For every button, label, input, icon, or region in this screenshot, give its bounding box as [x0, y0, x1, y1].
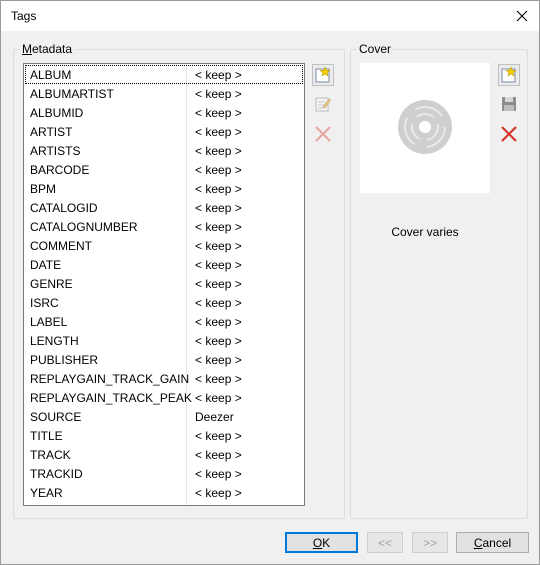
- tag-value: < keep >: [195, 296, 242, 310]
- tag-name: PUBLISHER: [30, 353, 99, 367]
- cd-placeholder-icon: [398, 100, 452, 154]
- tag-row[interactable]: COMMENT < keep >: [25, 236, 303, 255]
- tag-name: SOURCE: [30, 410, 82, 424]
- tag-value: < keep >: [195, 429, 242, 443]
- tag-name: TRACK: [30, 448, 71, 462]
- tag-value: < keep >: [195, 448, 242, 462]
- tag-value: < keep >: [195, 353, 242, 367]
- tag-row[interactable]: PUBLISHER < keep >: [25, 350, 303, 369]
- tag-row[interactable]: YEAR < keep >: [25, 483, 303, 502]
- tag-row[interactable]: GENRE < keep >: [25, 274, 303, 293]
- tag-value: < keep >: [195, 106, 242, 120]
- tag-row[interactable]: TRACK < keep >: [25, 445, 303, 464]
- tag-value: < keep >: [195, 258, 242, 272]
- tag-value: < keep >: [195, 125, 242, 139]
- tag-name: DATE: [30, 258, 62, 272]
- tag-row[interactable]: REPLAYGAIN_TRACK_GAIN < keep >: [25, 369, 303, 388]
- tag-name: REPLAYGAIN_TRACK_PEAK: [30, 391, 192, 405]
- tag-name: CATALOGNUMBER: [30, 220, 138, 234]
- tag-value: < keep >: [195, 144, 242, 158]
- tag-name: ALBUM: [30, 68, 72, 82]
- tag-row[interactable]: ALBUM < keep >: [25, 65, 303, 84]
- tags-dialog: Tags Metadata ALBUM < keep > ALBUMARTIST < …: [0, 0, 540, 565]
- ok-button[interactable]: OK: [285, 532, 358, 553]
- save-cover-icon: [502, 97, 516, 111]
- tag-row[interactable]: REPLAYGAIN_TRACK_PEAK < keep >: [25, 388, 303, 407]
- metadata-list[interactable]: ALBUM < keep > ALBUMARTIST < keep > ALBUMID <…: [23, 63, 305, 506]
- close-button[interactable]: [505, 1, 539, 31]
- window-title: Tags: [11, 9, 37, 23]
- tag-name: CATALOGID: [30, 201, 98, 215]
- cover-image: [360, 63, 490, 193]
- save-cover-button[interactable]: [498, 93, 520, 115]
- tag-name: ARTISTS: [30, 144, 81, 158]
- next-button[interactable]: >>: [412, 532, 448, 553]
- tag-value: < keep >: [195, 201, 242, 215]
- tag-name: LENGTH: [30, 334, 79, 348]
- tag-value: < keep >: [195, 315, 242, 329]
- tag-value: < keep >: [195, 277, 242, 291]
- new-tag-icon: [315, 66, 331, 83]
- tag-value: < keep >: [195, 334, 242, 348]
- tag-row[interactable]: TRACKID < keep >: [25, 464, 303, 483]
- tag-name: YEAR: [30, 486, 63, 500]
- tag-value: < keep >: [195, 182, 242, 196]
- tag-name: ARTIST: [30, 125, 73, 139]
- tag-row[interactable]: ALBUMARTIST < keep >: [25, 84, 303, 103]
- cover-status: Cover varies: [391, 225, 459, 239]
- tag-name: LABEL: [30, 315, 68, 329]
- previous-button[interactable]: <<: [367, 532, 403, 553]
- cover-group-label: Cover: [357, 42, 394, 56]
- cancel-button[interactable]: Cancel: [456, 532, 529, 553]
- tag-row[interactable]: ARTISTS < keep >: [25, 141, 303, 160]
- tag-name: BPM: [30, 182, 57, 196]
- close-icon: [516, 10, 528, 22]
- tag-name: GENRE: [30, 277, 73, 291]
- tag-row[interactable]: ALBUMID < keep >: [25, 103, 303, 122]
- tag-name: ALBUMARTIST: [30, 87, 114, 101]
- tag-value: Deezer: [195, 410, 234, 424]
- delete-cover-icon: [501, 126, 517, 142]
- tag-name: ISRC: [30, 296, 59, 310]
- delete-tag-button[interactable]: [312, 123, 334, 145]
- title-bar: Tags: [1, 1, 539, 31]
- edit-tag-button[interactable]: [312, 93, 334, 115]
- tag-name: TITLE: [30, 429, 63, 443]
- tag-row[interactable]: DATE < keep >: [25, 255, 303, 274]
- tag-row[interactable]: TITLE < keep >: [25, 426, 303, 445]
- tag-name: TRACKID: [30, 467, 83, 481]
- tag-value: < keep >: [195, 87, 242, 101]
- tag-value: < keep >: [195, 163, 242, 177]
- tag-value: < keep >: [195, 220, 242, 234]
- tag-value: < keep >: [195, 68, 242, 82]
- tag-name: ALBUMID: [30, 106, 84, 120]
- tag-value: < keep >: [195, 486, 242, 500]
- metadata-group-label: Metadata: [20, 42, 75, 56]
- tag-value: < keep >: [195, 391, 242, 405]
- tag-row[interactable]: LENGTH < keep >: [25, 331, 303, 350]
- tag-value: < keep >: [195, 467, 242, 481]
- tag-row[interactable]: SOURCE Deezer: [25, 407, 303, 426]
- edit-tag-icon: [315, 97, 331, 112]
- load-cover-icon: [501, 66, 517, 83]
- tag-name: REPLAYGAIN_TRACK_GAIN: [30, 372, 190, 386]
- tag-value: < keep >: [195, 372, 242, 386]
- tag-value: < keep >: [195, 239, 242, 253]
- tag-row[interactable]: BPM < keep >: [25, 179, 303, 198]
- load-cover-button[interactable]: [498, 64, 520, 86]
- tag-row[interactable]: CATALOGNUMBER < keep >: [25, 217, 303, 236]
- delete-cover-button[interactable]: [498, 123, 520, 145]
- tag-name: BARCODE: [30, 163, 90, 177]
- new-tag-button[interactable]: [312, 64, 334, 86]
- tag-name: COMMENT: [30, 239, 92, 253]
- tag-row[interactable]: LABEL < keep >: [25, 312, 303, 331]
- delete-tag-icon: [315, 126, 331, 142]
- tag-row[interactable]: CATALOGID < keep >: [25, 198, 303, 217]
- tag-row[interactable]: ISRC < keep >: [25, 293, 303, 312]
- tag-row[interactable]: ARTIST < keep >: [25, 122, 303, 141]
- tag-row[interactable]: BARCODE < keep >: [25, 160, 303, 179]
